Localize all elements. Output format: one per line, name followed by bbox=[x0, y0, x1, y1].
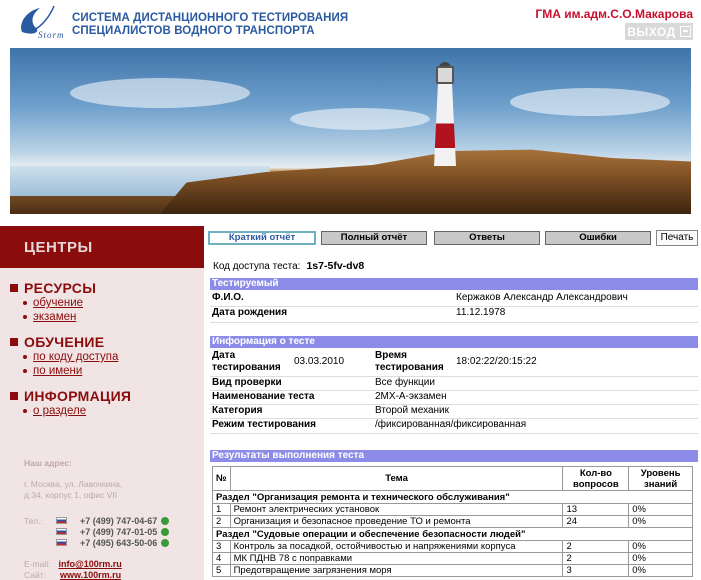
results-table: № Тема Кол-во вопросов Уровень знаний Ра… bbox=[212, 466, 693, 577]
logo-text: Storm bbox=[38, 30, 65, 40]
report-tabs: Краткий отчёт Полный отчёт Ответы Ошибки bbox=[208, 231, 698, 245]
russia-flag-icon bbox=[56, 528, 67, 535]
sidebar-section-learning: ОБУЧЕНИЕ по коду доступа по имени bbox=[0, 334, 204, 378]
site-link[interactable]: www.100rm.ru bbox=[60, 570, 121, 580]
russia-flag-icon bbox=[56, 517, 67, 524]
russia-flag-icon bbox=[56, 539, 67, 546]
banner-image bbox=[10, 48, 691, 214]
sidebar-link-by-name[interactable]: по имени bbox=[23, 364, 204, 378]
cloud bbox=[510, 88, 670, 116]
print-button[interactable]: Печать bbox=[656, 230, 698, 246]
test-datetime-row: Дата тестирования 03.03.2010 Время тести… bbox=[212, 350, 537, 373]
square-bullet-icon bbox=[10, 338, 18, 346]
site-title: СИСТЕМА ДИСТАНЦИОННОГО ТЕСТИРОВАНИЯ СПЕЦ… bbox=[72, 12, 349, 37]
email-link[interactable]: info@100rm.ru bbox=[58, 559, 121, 569]
tab-errors[interactable]: Ошибки bbox=[545, 231, 651, 245]
check-icon bbox=[161, 539, 169, 547]
table-row: 5 Предотвращение загрязнения моря 3 0% bbox=[212, 564, 693, 577]
check-icon bbox=[161, 517, 169, 525]
square-bullet-icon bbox=[10, 284, 18, 292]
bullet-icon bbox=[23, 301, 27, 305]
logout-button[interactable]: ВЫХОД bbox=[625, 23, 693, 40]
results-heading: Результаты выполнения теста bbox=[210, 450, 698, 462]
address-block: Наш адрес: г. Москва, ул. Лавочкина, д.3… bbox=[24, 458, 123, 500]
sidebar-section-resources: РЕСУРСЫ обучение экзамен bbox=[0, 280, 204, 324]
sidebar-link-by-code[interactable]: по коду доступа bbox=[23, 350, 204, 364]
sidebar-link-exam[interactable]: экзамен bbox=[23, 310, 204, 324]
table-row: 2 Организация и безопасное проведение ТО… bbox=[212, 515, 693, 528]
sidebar-heading[interactable]: ЦЕНТРЫ bbox=[0, 226, 204, 268]
fio-row: Ф.И.О. Кержаков Александр Александрович bbox=[212, 292, 628, 303]
dob-row: Дата рождения 11.12.1978 bbox=[212, 307, 506, 318]
access-code: Код доступа теста: 1s7-5fv-dv8 bbox=[213, 260, 365, 272]
sidebar-section-info: ИНФОРМАЦИЯ о разделе bbox=[0, 388, 204, 418]
tab-short-report[interactable]: Краткий отчёт bbox=[208, 231, 316, 245]
cliff bbox=[160, 149, 691, 214]
exit-icon bbox=[679, 26, 691, 37]
bullet-icon bbox=[23, 409, 27, 413]
lighthouse-icon bbox=[430, 62, 460, 166]
tab-answers[interactable]: Ответы bbox=[434, 231, 540, 245]
check-icon bbox=[161, 528, 169, 536]
check-type-row: Вид проверки Все функции bbox=[212, 377, 435, 388]
cloud bbox=[70, 78, 250, 108]
tested-heading: Тестируемый bbox=[210, 278, 698, 290]
test-info-heading: Информация о тесте bbox=[210, 336, 698, 348]
table-section-row: Раздел "Судовые операции и обеспечение б… bbox=[212, 527, 693, 541]
table-row: 4 МК ПДНВ 78 с поправками 2 0% bbox=[212, 552, 693, 565]
table-header-row: № Тема Кол-во вопросов Уровень знаний bbox=[212, 466, 693, 491]
test-name-row: Наименование теста 2МХ-А-экзамен bbox=[212, 391, 447, 402]
sidebar: ЦЕНТРЫ РЕСУРСЫ обучение экзамен ОБУЧЕНИЕ… bbox=[0, 226, 204, 580]
bullet-icon bbox=[23, 355, 27, 359]
email-block: E-mail: info@100rm.ru Сайт: www.100rm.ru bbox=[24, 559, 122, 580]
sidebar-link-about[interactable]: о разделе bbox=[23, 404, 204, 418]
cloud bbox=[290, 108, 430, 130]
org-name: ГМА им.адм.С.О.Макарова bbox=[535, 7, 693, 21]
mode-row: Режим тестирования /фиксированная/фиксир… bbox=[212, 419, 527, 430]
phones-block: Тел.: +7 (499) 747-04-67 +7 (499) 747-01-… bbox=[24, 516, 169, 549]
bullet-icon bbox=[23, 315, 27, 319]
main-content: Краткий отчёт Полный отчёт Ответы Ошибки… bbox=[208, 226, 701, 580]
square-bullet-icon bbox=[10, 392, 18, 400]
bullet-icon bbox=[23, 369, 27, 373]
sidebar-link-training[interactable]: обучение bbox=[23, 296, 204, 310]
table-row: 3 Контроль за посадкой, остойчивостью и … bbox=[212, 540, 693, 553]
tab-full-report[interactable]: Полный отчёт bbox=[321, 231, 427, 245]
table-row: 1 Ремонт электрических установок 13 0% bbox=[212, 503, 693, 516]
table-section-row: Раздел "Организация ремонта и техническо… bbox=[212, 490, 693, 504]
header: Storm СИСТЕМА ДИСТАНЦИОННОГО ТЕСТИРОВАНИ… bbox=[0, 0, 701, 46]
category-row: Категория Второй механик bbox=[212, 405, 450, 416]
